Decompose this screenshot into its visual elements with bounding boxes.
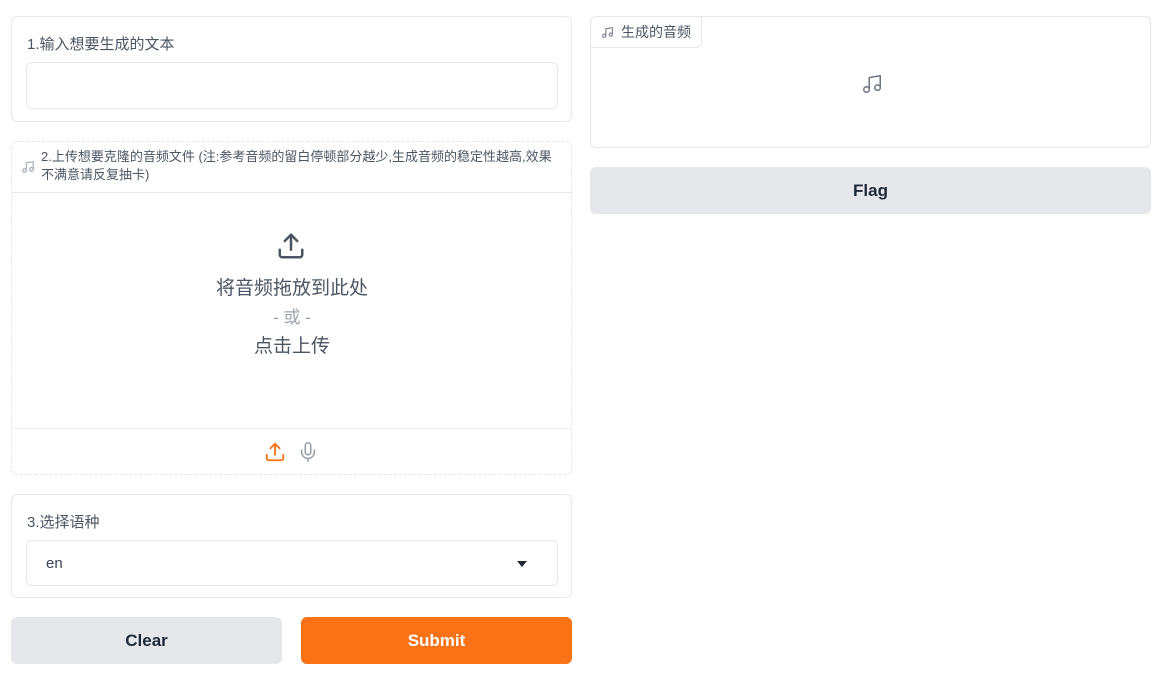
music-note-placeholder-icon [863,75,881,93]
upload-source-icon[interactable] [264,441,286,463]
language-label: 3.选择语种 [27,514,100,531]
click-to-upload-text: 点击上传 [253,336,330,357]
audio-upload-label: 2.上传想要克隆的音频文件 (注:参考音频的留白停顿部分越少,生成音频的稳定性越… [41,149,552,182]
generated-audio-label: 生成的音频 [621,24,691,40]
audio-upload-panel: 2.上传想要克隆的音频文件 (注:参考音频的留白停顿部分越少,生成音频的稳定性越… [11,141,572,475]
drop-here-text: 将音频拖放到此处 [215,278,368,299]
language-selected-value: en [46,555,63,572]
text-input-field[interactable] [26,62,558,109]
text-input-label: 1.输入想要生成的文本 [27,36,175,53]
flag-button[interactable]: Flag [590,167,1151,214]
music-note-icon [602,26,613,38]
microphone-icon[interactable] [297,441,319,463]
submit-button[interactable]: Submit [301,617,572,664]
generated-audio-tag: 生成的音频 [591,17,702,48]
audio-upload-header: 2.上传想要克隆的音频文件 (注:参考音频的留白停顿部分越少,生成音频的稳定性越… [12,142,572,193]
or-separator-text: - 或 - [273,308,311,327]
language-panel: 3.选择语种 en [11,494,572,598]
clear-button[interactable]: Clear [11,617,282,664]
text-input-panel: 1.输入想要生成的文本 [11,16,572,122]
music-note-icon [22,161,34,173]
upload-source-toolbar [12,428,572,475]
generated-audio-panel: 生成的音频 [590,16,1151,148]
upload-icon [278,233,304,259]
dropdown-caret-icon [517,561,527,567]
language-dropdown[interactable]: en [26,540,558,586]
audio-drop-zone[interactable]: 将音频拖放到此处 - 或 - 点击上传 [12,194,572,428]
